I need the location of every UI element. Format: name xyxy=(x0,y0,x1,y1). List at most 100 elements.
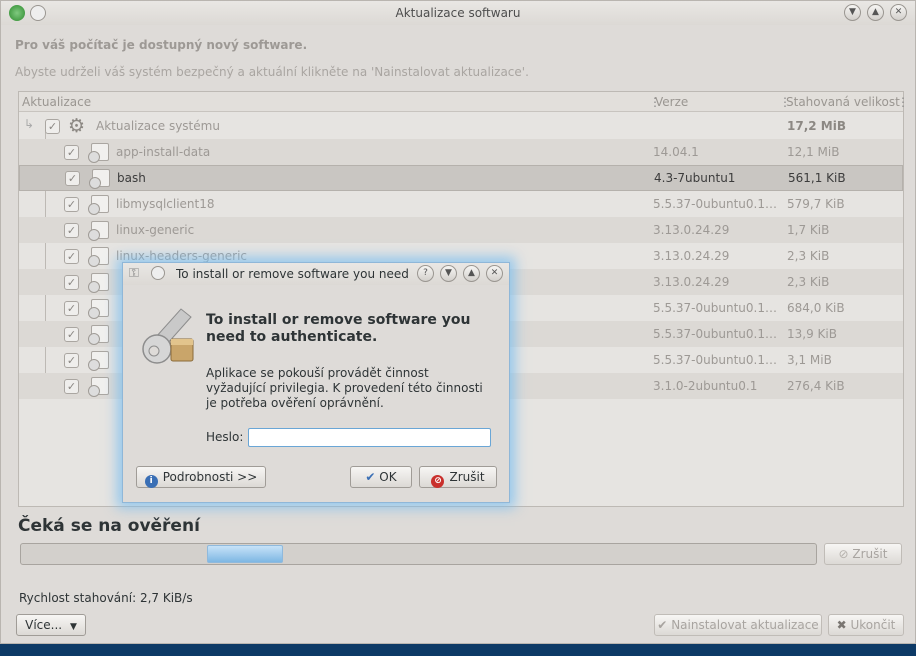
chevron-down-icon: ▼ xyxy=(445,268,452,278)
password-input[interactable] xyxy=(248,428,491,447)
maximize-button[interactable]: ▲ xyxy=(867,4,884,21)
pin-icon[interactable] xyxy=(151,266,165,280)
row-checkbox[interactable]: ✓ xyxy=(64,353,79,368)
dialog-titlebar: ⚿ To install or remove software you need… xyxy=(123,263,509,285)
package-icon xyxy=(88,299,109,319)
password-label: Heslo: xyxy=(206,430,244,444)
package-icon xyxy=(88,221,109,241)
help-icon: ? xyxy=(423,268,428,278)
row-size: 1,7 KiB xyxy=(787,223,830,237)
more-label: Více... xyxy=(25,618,63,632)
minimize-button[interactable]: ▼ xyxy=(844,4,861,21)
package-icon xyxy=(88,195,109,215)
row-name: linux-generic xyxy=(116,223,195,237)
package-icon xyxy=(89,169,110,189)
ok-label: OK xyxy=(379,470,397,484)
progress-indicator xyxy=(207,545,283,563)
dialog-maximize-button[interactable]: ▲ xyxy=(463,265,480,282)
row-checkbox[interactable]: ✓ xyxy=(64,223,79,238)
row-size: 561,1 KiB xyxy=(788,171,846,185)
package-icon xyxy=(88,377,109,397)
column-header-size[interactable]: Stahovaná velikost xyxy=(786,95,900,109)
window-titlebar: Aktualizace softwaru ▼ ▲ ✕ xyxy=(1,1,915,25)
dialog-close-button[interactable]: ✕ xyxy=(486,265,503,282)
table-row[interactable]: ✓ app-install-data 14.04.1 12,1 MiB xyxy=(19,139,903,165)
group-checkbox[interactable]: ✓ xyxy=(45,119,60,134)
cancel-download-button[interactable]: ⊘ Zrušit xyxy=(824,543,902,565)
table-row[interactable]: ✓ bash 4.3-7ubuntu1 561,1 KiB xyxy=(19,165,903,191)
chevron-down-icon: ▼ xyxy=(849,7,856,17)
auth-dialog: ⚿ To install or remove software you need… xyxy=(122,262,510,503)
column-separator-icon[interactable]: ⋮ xyxy=(897,95,909,109)
close-button[interactable]: ✕ xyxy=(890,4,907,21)
row-checkbox[interactable]: ✓ xyxy=(64,249,79,264)
row-size: 579,7 KiB xyxy=(787,197,845,211)
chevron-up-icon: ▲ xyxy=(468,268,475,278)
close-icon: ✕ xyxy=(894,7,903,17)
row-checkbox[interactable]: ✓ xyxy=(64,275,79,290)
row-checkbox[interactable]: ✓ xyxy=(64,301,79,316)
column-header-version[interactable]: Verze xyxy=(655,95,688,109)
table-row[interactable]: ✓ linux-generic 3.13.0.24.29 1,7 KiB xyxy=(19,217,903,243)
row-name: linux-headers-generic xyxy=(116,249,248,263)
gear-icon: ⚙ xyxy=(68,115,86,137)
row-size: 2,3 KiB xyxy=(787,249,830,263)
close-icon: ✕ xyxy=(490,268,499,278)
row-version: 3.1.0-2ubuntu0.1 xyxy=(653,379,758,393)
check-icon: ✔ xyxy=(657,618,668,632)
table-row[interactable]: ✓ libmysqlclient18 5.5.37-0ubuntu0.14.04… xyxy=(19,191,903,217)
package-icon xyxy=(88,143,109,163)
group-size: 17,2 MiB xyxy=(787,119,846,133)
row-size: 2,3 KiB xyxy=(787,275,830,289)
chevron-down-icon: ▼ xyxy=(69,622,77,632)
row-version: 3.13.0.24.29 xyxy=(653,275,730,289)
chevron-up-icon: ▲ xyxy=(872,7,879,17)
row-size: 3,1 MiB xyxy=(787,353,832,367)
close-icon: ✖ xyxy=(836,618,847,632)
row-size: 13,9 KiB xyxy=(787,327,837,341)
row-checkbox[interactable]: ✓ xyxy=(64,327,79,342)
row-size: 684,0 KiB xyxy=(787,301,845,315)
cancel-icon: ⊘ xyxy=(838,547,849,561)
row-name: libmysqlclient18 xyxy=(116,197,215,211)
row-size: 12,1 MiB xyxy=(787,145,840,159)
row-version: 5.5.37-0ubuntu0.14.04.1 xyxy=(653,353,781,367)
window-title: Aktualizace softwaru xyxy=(395,6,521,20)
package-icon xyxy=(88,351,109,371)
help-button[interactable]: ? xyxy=(417,265,434,282)
intro-hint: Abyste udrželi váš systém bezpečný a akt… xyxy=(15,65,529,79)
check-icon: ✔ xyxy=(365,470,376,484)
details-button[interactable]: i Podrobnosti >> xyxy=(136,466,266,488)
group-row[interactable]: ↳ ✓ ⚙ Aktualizace systému 17,2 MiB xyxy=(19,113,903,139)
dialog-message: Aplikace se pokouší provádět činnost vyž… xyxy=(206,366,483,410)
download-speed: Rychlost stahování: 2,7 KiB/s xyxy=(19,591,193,605)
row-checkbox[interactable]: ✓ xyxy=(64,197,79,212)
quit-button[interactable]: ✖ Ukončit xyxy=(828,614,904,636)
intro-headline: Pro váš počítač je dostupný nový softwar… xyxy=(15,38,308,52)
row-checkbox[interactable]: ✓ xyxy=(64,145,79,160)
key-app-icon[interactable]: ⚿ xyxy=(129,266,139,281)
quit-label: Ukončit xyxy=(850,618,896,632)
row-version: 4.3-7ubuntu1 xyxy=(654,171,736,185)
install-updates-button[interactable]: ✔ Nainstalovat aktualizace xyxy=(654,614,822,636)
row-version: 5.5.37-0ubuntu0.14.04.1 xyxy=(653,197,781,211)
column-header-name[interactable]: Aktualizace xyxy=(22,95,91,109)
more-button[interactable]: Více... ▼ xyxy=(16,614,86,636)
group-name: Aktualizace systému xyxy=(96,119,220,133)
row-version: 5.5.37-0ubuntu0.14.04.1 xyxy=(653,301,781,315)
info-icon: i xyxy=(144,475,158,488)
ok-button[interactable]: ✔ OK xyxy=(350,466,412,488)
dialog-minimize-button[interactable]: ▼ xyxy=(440,265,457,282)
package-icon xyxy=(88,325,109,345)
expand-icon[interactable]: ↳ xyxy=(24,117,34,131)
package-icon xyxy=(88,273,109,293)
row-name: app-install-data xyxy=(116,145,211,159)
progress-bar xyxy=(20,543,817,565)
row-size: 276,4 KiB xyxy=(787,379,845,393)
dialog-heading: To install or remove software you need t… xyxy=(206,312,471,345)
row-checkbox[interactable]: ✓ xyxy=(64,379,79,394)
dialog-title: To install or remove software you need t… xyxy=(176,267,412,281)
dialog-cancel-button[interactable]: ⊘ Zrušit xyxy=(419,466,497,488)
row-version: 14.04.1 xyxy=(653,145,699,159)
row-checkbox[interactable]: ✓ xyxy=(65,171,80,186)
